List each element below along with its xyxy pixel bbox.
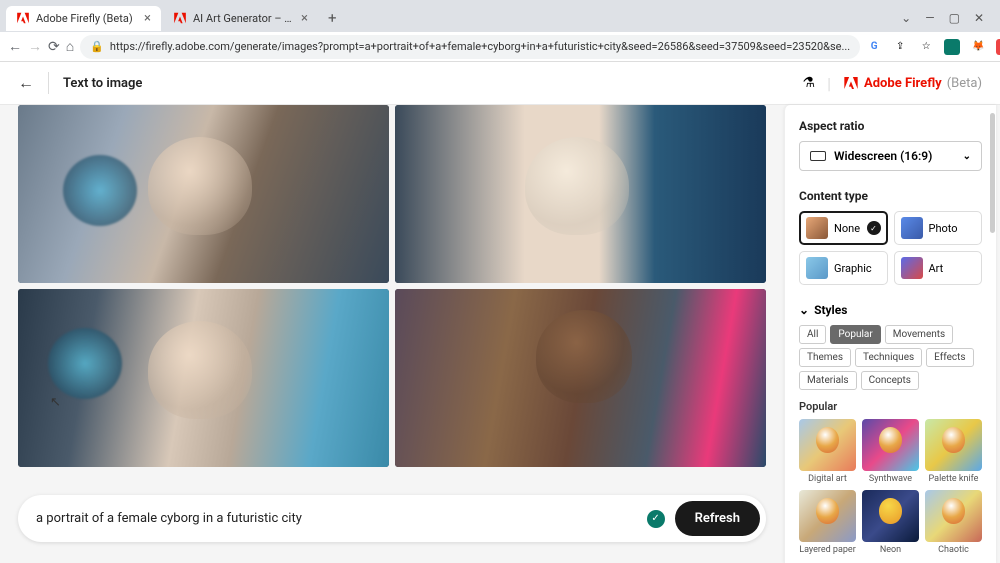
- home-button[interactable]: ⌂: [66, 38, 74, 55]
- style-tab-techniques[interactable]: Techniques: [855, 348, 922, 367]
- generated-image-3[interactable]: [18, 289, 389, 467]
- brand-name: Adobe Firefly: [864, 76, 942, 91]
- style-tab-concepts[interactable]: Concepts: [861, 371, 919, 390]
- style-section-label: Popular: [799, 400, 982, 413]
- prompt-bar: a portrait of a female cyborg in a futur…: [18, 495, 766, 542]
- aspect-ratio-label: Aspect ratio: [799, 119, 982, 133]
- url-text: https://firefly.adobe.com/generate/image…: [110, 40, 850, 53]
- google-icon[interactable]: G: [866, 39, 882, 55]
- refresh-button[interactable]: Refresh: [675, 501, 760, 536]
- style-neon[interactable]: Neon: [862, 490, 919, 555]
- chevron-down-icon: ⌄: [963, 151, 971, 162]
- brand-link[interactable]: Adobe Firefly (Beta): [843, 75, 982, 91]
- forward-button[interactable]: →: [28, 38, 42, 55]
- style-palette-knife[interactable]: Palette knife: [925, 419, 982, 484]
- tab-bar: Adobe Firefly (Beta) × AI Art Generator …: [0, 0, 1000, 32]
- image-grid: [18, 105, 766, 467]
- canvas-area: a portrait of a female cyborg in a futur…: [0, 105, 784, 563]
- adobe-favicon: [16, 11, 30, 25]
- style-tab-movements[interactable]: Movements: [885, 325, 953, 344]
- divider: |: [827, 74, 831, 93]
- style-tab-themes[interactable]: Themes: [799, 348, 851, 367]
- style-chaotic[interactable]: Chaotic: [925, 490, 982, 555]
- aspect-ratio-select[interactable]: Widescreen (16:9) ⌄: [799, 141, 982, 171]
- minimize-icon[interactable]: —: [925, 11, 934, 25]
- content-type-none[interactable]: None ✓: [799, 211, 888, 245]
- styles-label: Styles: [814, 303, 847, 317]
- thumb-icon: [901, 257, 923, 279]
- ct-label: None: [834, 222, 860, 235]
- back-arrow-button[interactable]: ←: [18, 73, 34, 93]
- adobe-logo-icon: [843, 75, 859, 91]
- content-type-photo[interactable]: Photo: [894, 211, 983, 245]
- ext-icon-2[interactable]: 🦊: [970, 39, 986, 55]
- style-grid: Digital art Synthwave Palette knife Laye…: [799, 419, 982, 555]
- style-tab-effects[interactable]: Effects: [926, 348, 973, 367]
- reload-button[interactable]: ⟳: [48, 39, 60, 55]
- url-field[interactable]: 🔒 https://firefly.adobe.com/generate/ima…: [80, 35, 860, 59]
- page-title: Text to image: [63, 76, 142, 91]
- thumb-icon: [806, 257, 828, 279]
- tab-title: AI Art Generator – Adobe Firefly: [193, 12, 295, 25]
- tab-title: Adobe Firefly (Beta): [36, 12, 138, 25]
- style-tab-popular[interactable]: Popular: [830, 325, 880, 344]
- chevron-down-icon[interactable]: ⌄: [901, 11, 911, 25]
- app-header: ← Text to image ⚗ | Adobe Firefly (Beta): [0, 62, 1000, 105]
- thumb-icon: [901, 217, 923, 239]
- lock-icon: 🔒: [90, 40, 104, 53]
- settings-panel: Aspect ratio Widescreen (16:9) ⌄ Content…: [784, 105, 996, 563]
- ct-label: Photo: [929, 222, 958, 235]
- check-icon: ✓: [867, 221, 881, 235]
- chevron-down-icon: ⌄: [799, 303, 809, 317]
- generated-image-1[interactable]: [18, 105, 389, 283]
- scrollbar[interactable]: [990, 113, 995, 233]
- brand-suffix: (Beta): [947, 76, 982, 91]
- ct-label: Art: [929, 262, 944, 275]
- style-layered-paper[interactable]: Layered paper: [799, 490, 856, 555]
- style-tabs: All Popular Movements Themes Techniques …: [799, 325, 982, 390]
- window-controls: ⌄ — ▢ ✕: [901, 11, 994, 25]
- maximize-icon[interactable]: ▢: [949, 11, 960, 25]
- extension-icons: G ⇪ ☆ 🦊 ◧ ◉ ✱ ✦ ◫ ⋮: [866, 38, 1000, 56]
- content-type-graphic[interactable]: Graphic: [799, 251, 888, 285]
- url-bar: ← → ⟳ ⌂ 🔒 https://firefly.adobe.com/gene…: [0, 32, 1000, 62]
- main: a portrait of a female cyborg in a futur…: [0, 105, 1000, 563]
- content-type-grid: None ✓ Photo Graphic Art: [799, 211, 982, 285]
- content-type-art[interactable]: Art: [894, 251, 983, 285]
- aspect-ratio-value: Widescreen (16:9): [834, 149, 932, 163]
- new-tab-button[interactable]: +: [320, 5, 345, 31]
- style-digital-art[interactable]: Digital art: [799, 419, 856, 484]
- generated-image-2[interactable]: [395, 105, 766, 283]
- browser-tab-active[interactable]: Adobe Firefly (Beta) ×: [6, 6, 161, 31]
- widescreen-icon: [810, 151, 826, 161]
- browser-tab-inactive[interactable]: AI Art Generator – Adobe Firefly ×: [163, 6, 318, 31]
- generated-image-4[interactable]: [395, 289, 766, 467]
- style-tab-materials[interactable]: Materials: [799, 371, 857, 390]
- browser-chrome: Adobe Firefly (Beta) × AI Art Generator …: [0, 0, 1000, 62]
- divider: [48, 72, 49, 94]
- ct-label: Graphic: [834, 262, 872, 275]
- close-icon[interactable]: ×: [144, 11, 151, 26]
- ext-icon-3[interactable]: ◧: [996, 39, 1000, 55]
- back-button[interactable]: ←: [8, 38, 22, 55]
- ext-icon-1[interactable]: [944, 39, 960, 55]
- star-icon[interactable]: ☆: [918, 39, 934, 55]
- thumb-icon: [806, 217, 828, 239]
- style-synthwave[interactable]: Synthwave: [862, 419, 919, 484]
- styles-toggle[interactable]: ⌄ Styles: [799, 303, 982, 317]
- content-type-label: Content type: [799, 189, 982, 203]
- flask-icon[interactable]: ⚗: [803, 75, 816, 91]
- prompt-input[interactable]: a portrait of a female cyborg in a futur…: [36, 511, 637, 526]
- adobe-favicon: [173, 11, 187, 25]
- close-icon[interactable]: ×: [301, 11, 308, 26]
- close-window-icon[interactable]: ✕: [974, 11, 984, 25]
- status-check-icon: ✓: [647, 510, 665, 528]
- style-tab-all[interactable]: All: [799, 325, 826, 344]
- share-icon[interactable]: ⇪: [892, 39, 908, 55]
